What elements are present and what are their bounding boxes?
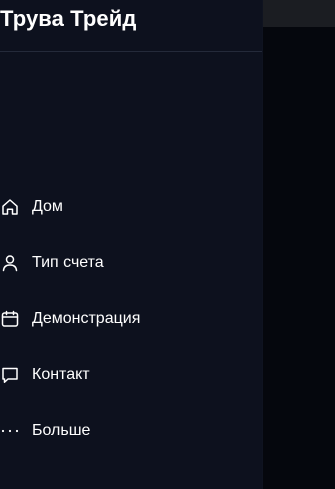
nav-item-home[interactable]: Дом (0, 189, 230, 225)
backdrop-header-strip (262, 0, 335, 27)
drawer-header: Трува Трейд (0, 0, 262, 52)
ellipsis-icon (0, 420, 21, 442)
nav-item-label: Больше (32, 422, 91, 439)
side-drawer: Трува Трейд Дом Тип счета Демонстрация К… (0, 0, 263, 489)
calendar-icon (0, 308, 21, 330)
chat-bubble-icon (0, 364, 21, 386)
nav-item-label: Контакт (32, 366, 90, 383)
nav-item-account-type[interactable]: Тип счета (0, 245, 230, 281)
brand-title[interactable]: Трува Трейд (0, 6, 136, 32)
home-icon (0, 196, 21, 218)
user-icon (0, 252, 21, 274)
nav-item-label: Тип счета (32, 254, 104, 271)
nav-item-demo[interactable]: Демонстрация (0, 301, 230, 337)
app-screen: Трува Трейд Дом Тип счета Демонстрация К… (0, 0, 335, 489)
nav-item-label: Дом (32, 198, 63, 215)
nav-item-contact[interactable]: Контакт (0, 357, 230, 393)
nav-item-label: Демонстрация (32, 310, 141, 327)
nav-item-more[interactable]: Больше (0, 413, 230, 449)
